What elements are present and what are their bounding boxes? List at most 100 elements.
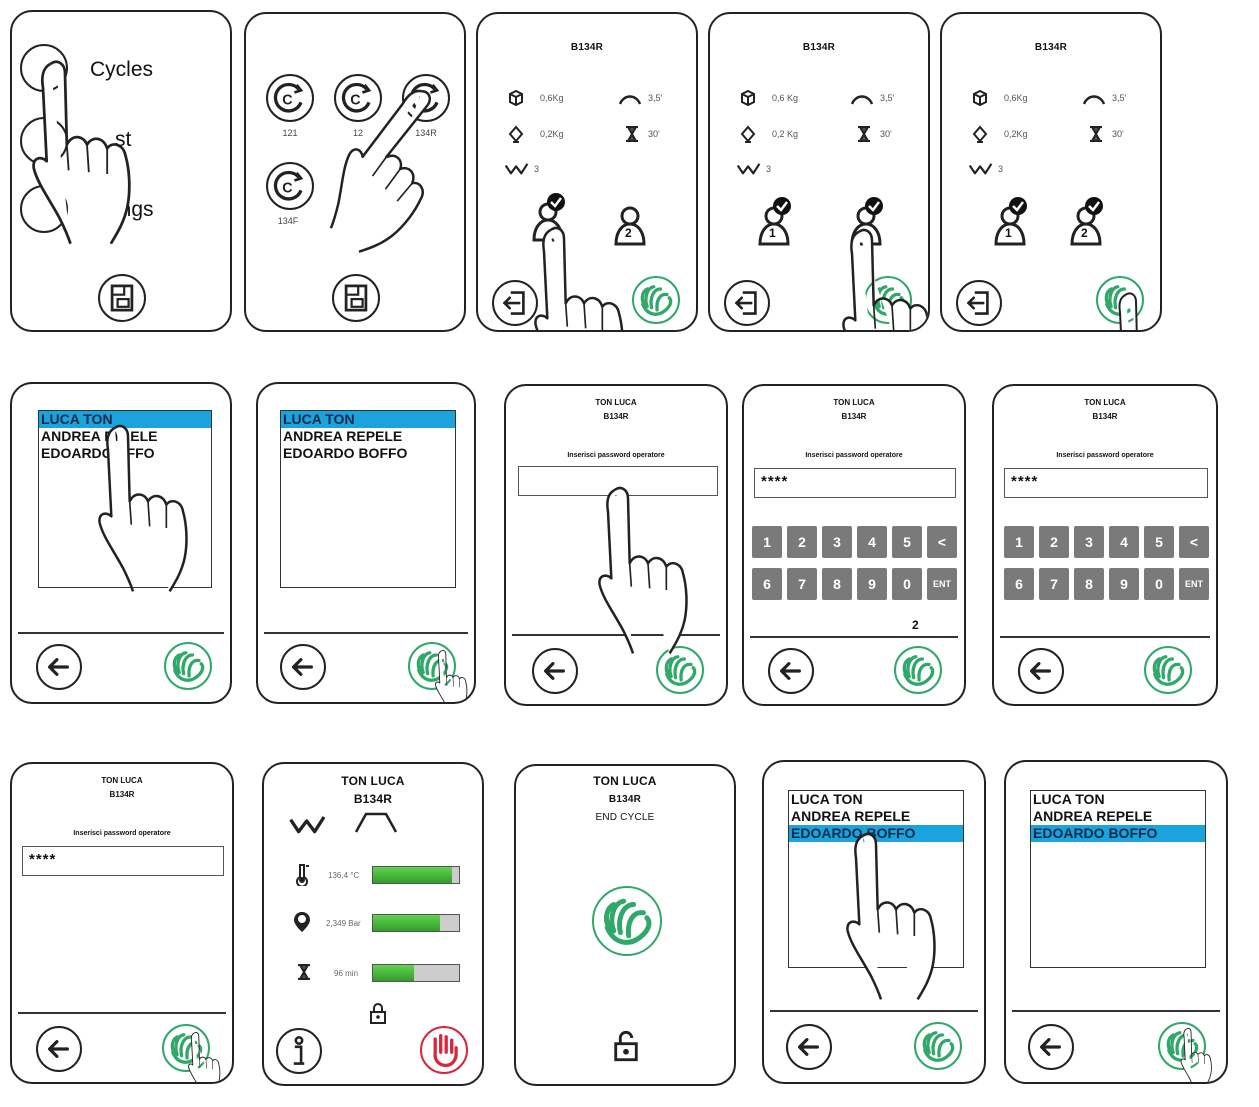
- list-item-andrea-repele[interactable]: ANDREA REPELE: [281, 428, 455, 445]
- screen-main-menu: Cycles st ings: [10, 10, 232, 332]
- confirm-button[interactable]: [1158, 1022, 1206, 1070]
- key-6[interactable]: 6: [752, 568, 782, 600]
- confirm-button[interactable]: [656, 646, 704, 694]
- menu-item-cycles[interactable]: Cycles: [90, 58, 153, 82]
- key-5[interactable]: 5: [892, 526, 922, 558]
- cycles-menu-button[interactable]: [20, 44, 68, 92]
- key-backspace[interactable]: <: [927, 526, 957, 558]
- operator-list[interactable]: LUCA TON ANDREA REPELE EDOARDO BOFFO: [788, 790, 964, 968]
- program-134f-button[interactable]: [266, 162, 314, 210]
- settings-menu-button[interactable]: [20, 185, 68, 233]
- password-input[interactable]: [518, 466, 718, 496]
- program-121-button[interactable]: [266, 74, 314, 122]
- menu-item-test[interactable]: st: [115, 128, 131, 152]
- menu-item-settings[interactable]: ings: [115, 198, 154, 222]
- start-cycle-button[interactable]: [632, 276, 680, 324]
- cycle-name: B134R: [353, 792, 393, 806]
- password-prompt: Inserisci password operatore: [1056, 452, 1154, 459]
- spec-weight1: 0,6Kg: [540, 93, 564, 103]
- archive-button[interactable]: [98, 274, 146, 322]
- key-ent[interactable]: ENT: [927, 568, 957, 600]
- confirm-hand-icon: [410, 644, 454, 688]
- confirm-button[interactable]: [894, 646, 942, 694]
- operator-1-button[interactable]: 1: [990, 204, 1030, 248]
- key-4[interactable]: 4: [1109, 526, 1139, 558]
- key-4[interactable]: 4: [857, 526, 887, 558]
- list-item-edoardo-boffo[interactable]: EDOARDO BOFFO: [1031, 825, 1205, 842]
- key-0[interactable]: 0: [1144, 568, 1174, 600]
- exit-button[interactable]: [956, 280, 1002, 326]
- test-menu-button[interactable]: [20, 117, 68, 165]
- archive-button[interactable]: [332, 274, 380, 322]
- key-1[interactable]: 1: [1004, 526, 1034, 558]
- list-item-andrea-repele[interactable]: ANDREA REPELE: [1031, 808, 1205, 825]
- program-12x-button[interactable]: [334, 74, 382, 122]
- key-9[interactable]: 9: [1109, 568, 1139, 600]
- back-button[interactable]: [280, 644, 326, 690]
- back-button[interactable]: [532, 648, 578, 694]
- program-134r-button[interactable]: [402, 74, 450, 122]
- start-cycle-button[interactable]: [864, 276, 912, 324]
- key-2[interactable]: 2: [787, 526, 817, 558]
- password-input[interactable]: ****: [754, 468, 956, 498]
- list-item-andrea-repele[interactable]: ANDREA REPELE: [789, 808, 963, 825]
- list-item-andrea-repele[interactable]: ANDREA RI ELE: [39, 428, 211, 445]
- list-item-edoardo-boffo[interactable]: EDOARDO BOFFO: [281, 445, 455, 462]
- key-ent[interactable]: ENT: [1179, 568, 1209, 600]
- list-item-luca-ton[interactable]: LUCA TON: [789, 791, 963, 808]
- cycle-name: B134R: [109, 790, 135, 799]
- key-6[interactable]: 6: [1004, 568, 1034, 600]
- back-button[interactable]: [768, 648, 814, 694]
- check-icon: [772, 196, 792, 216]
- operator-list[interactable]: LUCA TON ANDREA REPELE EDOARDO BOFFO: [1030, 790, 1206, 968]
- confirm-button[interactable]: [408, 642, 456, 690]
- stop-button[interactable]: [420, 1026, 468, 1074]
- list-item-edoardo-part2: FFO: [126, 445, 155, 461]
- list-item-andrea-part1: ANDREA RI: [41, 428, 119, 444]
- operator-1-button[interactable]: [528, 200, 568, 244]
- key-3[interactable]: 3: [822, 526, 852, 558]
- back-button[interactable]: [36, 1026, 82, 1072]
- operator-name: TON LUCA: [595, 398, 637, 407]
- key-8[interactable]: 8: [1074, 568, 1104, 600]
- operator-1-button[interactable]: 1: [754, 204, 794, 248]
- password-input[interactable]: ****: [1004, 468, 1208, 498]
- key-1[interactable]: 1: [752, 526, 782, 558]
- confirm-button[interactable]: [164, 642, 212, 690]
- info-button[interactable]: [276, 1028, 322, 1074]
- password-input[interactable]: ****: [22, 846, 224, 876]
- password-prompt: Inserisci password operatore: [567, 452, 665, 459]
- list-item-luca-ton[interactable]: LUCA TON: [281, 411, 455, 428]
- key-2[interactable]: 2: [1039, 526, 1069, 558]
- key-8[interactable]: 8: [822, 568, 852, 600]
- key-0[interactable]: 0: [892, 568, 922, 600]
- spec-weight1: 0,6Kg: [1004, 93, 1028, 103]
- key-7[interactable]: 7: [787, 568, 817, 600]
- cube-icon: [970, 88, 990, 108]
- list-item-luca-ton[interactable]: LUCA TON: [39, 411, 211, 428]
- back-button[interactable]: [1028, 1024, 1074, 1070]
- operator-2-button[interactable]: 2: [610, 204, 650, 248]
- key-3[interactable]: 3: [1074, 526, 1104, 558]
- back-button[interactable]: [786, 1024, 832, 1070]
- exit-button[interactable]: [492, 280, 538, 326]
- back-button[interactable]: [1018, 648, 1064, 694]
- exit-button[interactable]: [724, 280, 770, 326]
- key-9[interactable]: 9: [857, 568, 887, 600]
- operator-list[interactable]: LUCA TON ANDREA RI ELE EDOARDO FFO: [38, 410, 212, 588]
- key-backspace[interactable]: <: [1179, 526, 1209, 558]
- operator-list[interactable]: LUCA TON ANDREA REPELE EDOARDO BOFFO: [280, 410, 456, 588]
- confirm-button[interactable]: [914, 1022, 962, 1070]
- operator-2-button[interactable]: [846, 204, 886, 248]
- operator-2-button[interactable]: 2: [1066, 204, 1106, 248]
- back-button[interactable]: [36, 644, 82, 690]
- confirm-button[interactable]: [1144, 646, 1192, 694]
- start-cycle-button[interactable]: [1096, 276, 1144, 324]
- list-item-edoardo-boffo[interactable]: EDOARDO BOFFO: [789, 825, 963, 842]
- key-7[interactable]: 7: [1039, 568, 1069, 600]
- list-item-luca-ton[interactable]: LUCA TON: [1031, 791, 1205, 808]
- confirm-end-button[interactable]: [592, 886, 662, 956]
- list-item-edoardo-boffo[interactable]: EDOARDO FFO: [39, 445, 211, 462]
- confirm-button[interactable]: [162, 1024, 210, 1072]
- key-5[interactable]: 5: [1144, 526, 1174, 558]
